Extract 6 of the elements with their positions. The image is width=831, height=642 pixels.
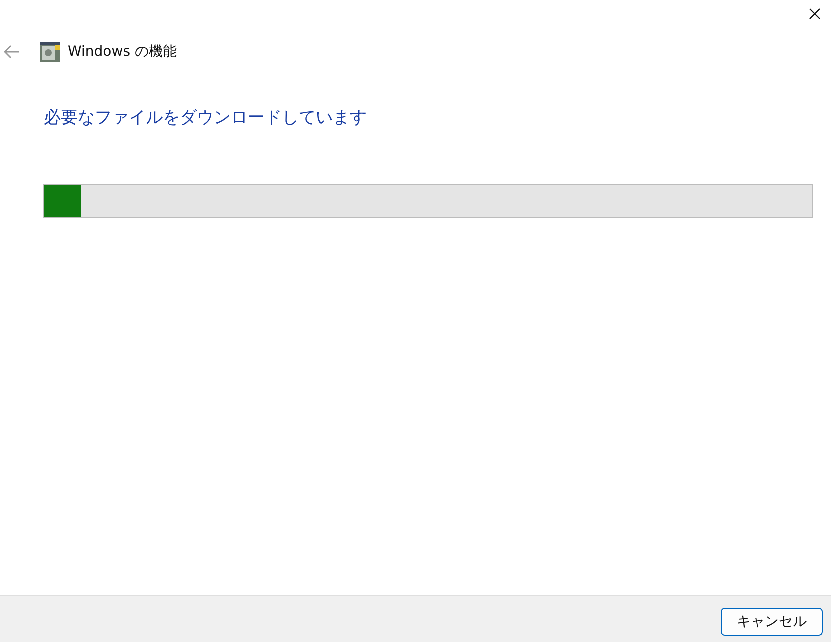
features-icon [40,42,60,62]
status-heading: 必要なファイルをダウンロードしています [44,107,368,130]
cancel-button[interactable]: キャンセル [721,608,823,636]
back-arrow-icon[interactable] [4,45,20,59]
close-icon[interactable] [809,8,821,20]
window-title: Windows の機能 [68,43,177,61]
